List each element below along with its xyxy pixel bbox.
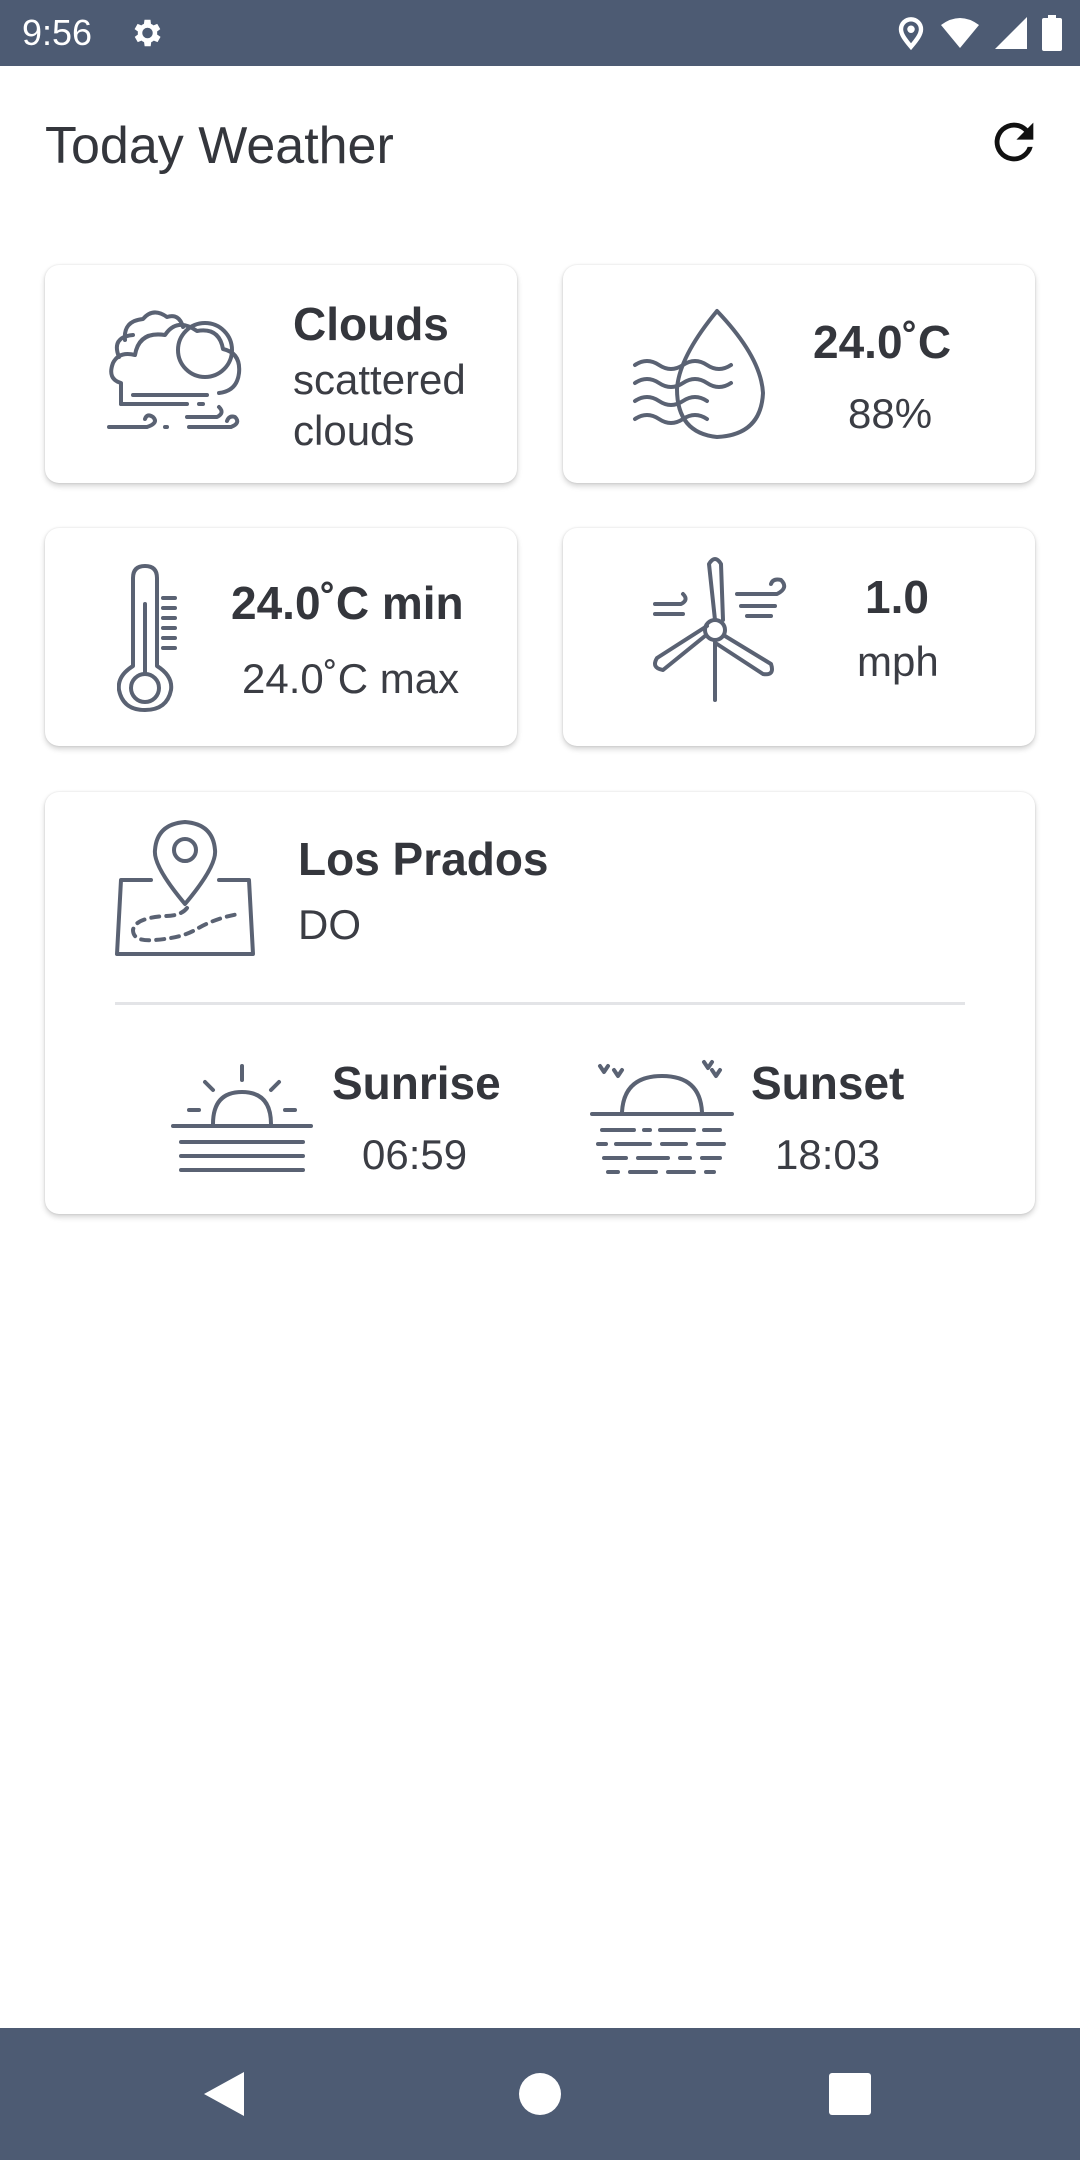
status-icons [896, 14, 1062, 52]
sunset-label: Sunset [751, 1057, 905, 1109]
recents-icon[interactable] [824, 2068, 876, 2120]
weather-description-line2: clouds [293, 407, 415, 454]
sunrise-label: Sunrise [332, 1057, 501, 1109]
weather-main: Clouds [293, 298, 449, 350]
temperature-min: 24.0˚C min [231, 577, 464, 629]
navigation-bar [0, 2028, 1080, 2160]
wind-card: 1.0 mph [563, 528, 1035, 746]
humidity-card: 24.0˚C 88% [563, 265, 1035, 483]
sunset-icon [590, 1060, 734, 1174]
sunrise-time: 06:59 [362, 1131, 468, 1178]
back-icon[interactable] [198, 2068, 250, 2120]
humidity-drop-icon [633, 309, 765, 439]
location-card: Los Prados DO Sunrise 06:59 Sunset 18:03 [45, 792, 1035, 1214]
location-icon [898, 17, 924, 51]
location-city: Los Prados [298, 833, 549, 885]
wind-turbine-icon [653, 557, 787, 702]
weather-condition-card: Clouds scattered clouds [45, 265, 517, 483]
wind-unit: mph [857, 638, 939, 685]
location-country: DO [298, 901, 361, 948]
humidity-temperature: 24.0˚C [813, 316, 952, 368]
status-time: 9:56 [22, 12, 93, 53]
temperature-card: 24.0˚C min 24.0˚C max [45, 528, 517, 746]
wifi-icon [941, 18, 979, 48]
home-icon[interactable] [514, 2068, 566, 2120]
divider [115, 1002, 965, 1005]
sunset-time: 18:03 [775, 1131, 881, 1178]
signal-icon [995, 17, 1027, 49]
status-bar: 9:56 [0, 0, 1080, 66]
wind-speed: 1.0 [865, 571, 929, 623]
battery-icon [1042, 15, 1062, 51]
refresh-icon[interactable] [985, 113, 1043, 171]
weather-description-line1: scattered [293, 356, 466, 403]
clouds-icon [107, 310, 242, 429]
temperature-max: 24.0˚C max [242, 655, 460, 702]
sunrise-icon [171, 1064, 313, 1172]
gear-icon [134, 19, 161, 47]
thermometer-icon [117, 564, 177, 712]
humidity-percent: 88% [848, 390, 933, 437]
page-title: Today Weather [45, 117, 394, 175]
map-pin-icon [115, 820, 255, 956]
